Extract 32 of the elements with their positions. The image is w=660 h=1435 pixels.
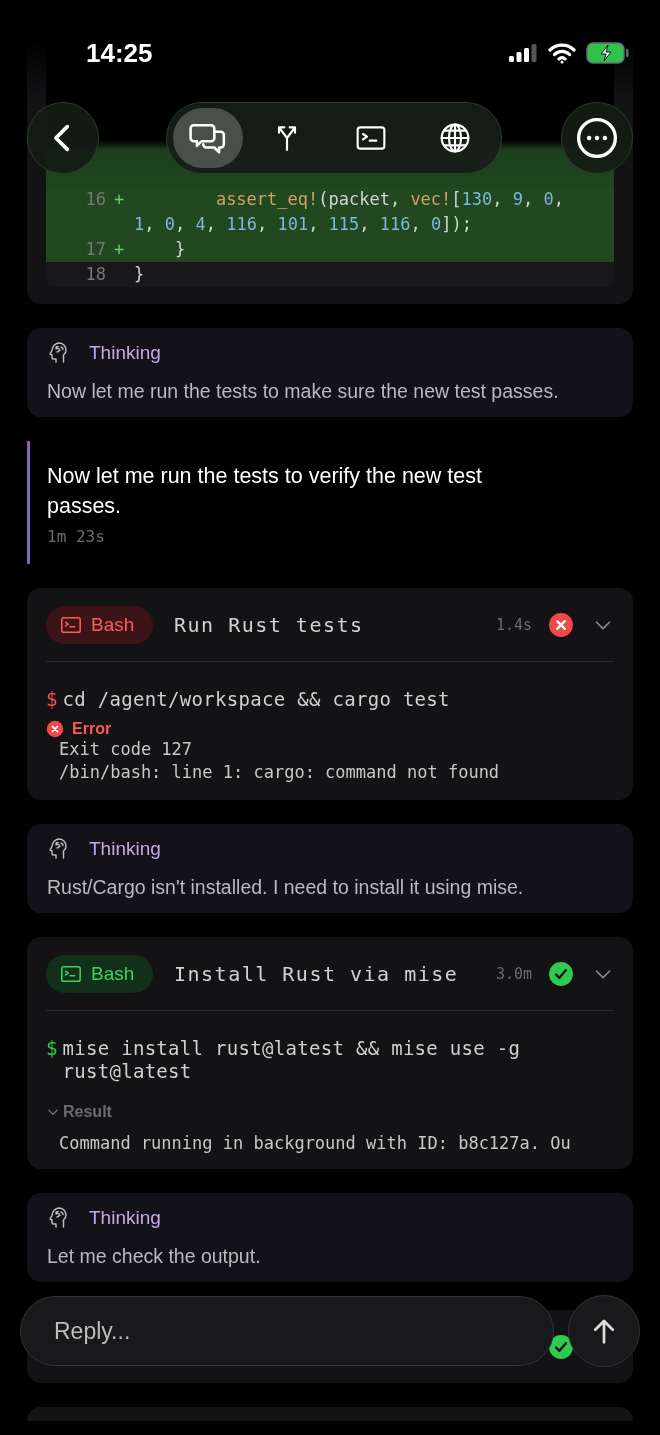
added-marker: + bbox=[114, 238, 126, 261]
code-line: } bbox=[134, 263, 146, 286]
error-output: Exit code 127 /bin/bash: line 1: cargo: command not found bbox=[58, 738, 501, 784]
result-output: Command running in background with ID: b8c127a. Ou bbox=[58, 1133, 572, 1153]
prompt-sign: $ bbox=[46, 1037, 58, 1061]
duration-text: 1.4s bbox=[495, 616, 532, 634]
message-text: Now let me run the tests to verify the new test passes. bbox=[47, 463, 483, 520]
added-marker: + bbox=[114, 188, 126, 211]
result-toggle[interactable]: Result bbox=[46, 1103, 614, 1121]
clock-time: 14:25 bbox=[86, 37, 153, 69]
thinking-text: Now let me run the tests to make sure the new test passes. bbox=[47, 379, 560, 404]
line-number: 16 bbox=[84, 188, 107, 211]
command-text: mise install rust@latest && mise use -g rust@latest bbox=[62, 1037, 522, 1083]
elapsed-time: 1m 23s bbox=[47, 527, 106, 546]
error-label: Error bbox=[72, 720, 112, 738]
reply-field[interactable]: Reply... bbox=[20, 1296, 554, 1366]
tool-tag: Bash bbox=[46, 955, 153, 993]
line-number: 18 bbox=[84, 263, 107, 286]
prompt-sign: $ bbox=[46, 688, 58, 711]
thinking-text: Rust/Cargo isn't installed. I need to install it using mise. bbox=[47, 875, 525, 900]
tool-title: Install Rust via mise bbox=[174, 962, 460, 986]
command-text: cd /agent/workspace && cargo test bbox=[62, 688, 451, 711]
tool-title: Run Rust tests bbox=[174, 613, 365, 637]
thinking-text: Let me check the output. bbox=[47, 1244, 262, 1269]
thinking-label: Thinking bbox=[89, 1207, 161, 1229]
tool-tag: Bash bbox=[46, 606, 153, 644]
duration-text: 3.0m bbox=[495, 965, 532, 983]
code-line: assert_eq!(packet, vec![130, 9, 0, 1, 0, 4, 116, 101, 115, 116, 0]); bbox=[134, 188, 565, 236]
thinking-label: Thinking bbox=[89, 342, 161, 364]
thinking-label: Thinking bbox=[89, 838, 161, 860]
line-number: 17 bbox=[84, 238, 107, 261]
code-line: } bbox=[173, 238, 187, 261]
